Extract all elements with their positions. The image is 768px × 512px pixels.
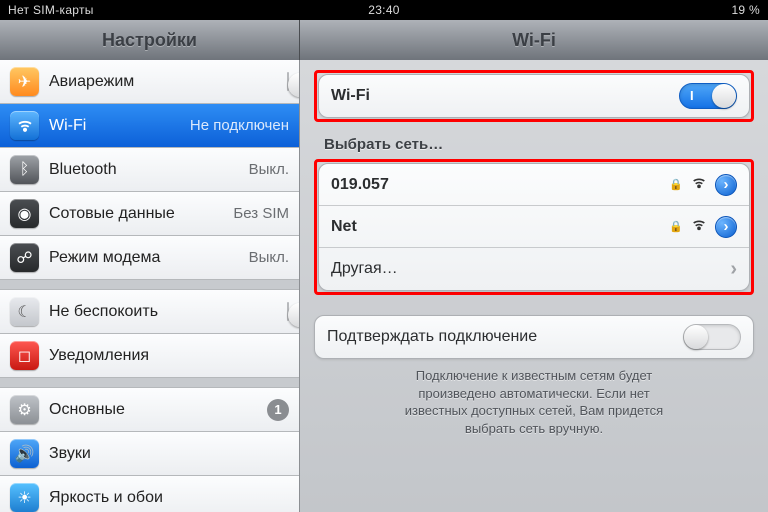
sidebar: ✈ Авиарежим Wi-Fi Не подключен ᛒ Bluetoo… <box>0 60 300 512</box>
sidebar-item-label: Сотовые данные <box>49 205 175 223</box>
network-row[interactable]: 019.057 🔒 › <box>319 164 749 206</box>
network-name: Net <box>331 218 357 236</box>
sidebar-item-label: Звуки <box>49 445 91 463</box>
sidebar-item-sounds[interactable]: 🔊 Звуки <box>0 432 299 476</box>
chevron-right-icon: › <box>730 258 737 281</box>
speaker-icon: 🔊 <box>10 439 39 468</box>
wifi-master-row[interactable]: Wi-Fi I <box>319 75 749 117</box>
sidebar-item-label: Режим модема <box>49 249 160 267</box>
brightness-icon: ☀ <box>10 483 39 512</box>
network-list: 019.057 🔒 › Net 🔒 › Другая… › <box>318 163 750 291</box>
sidebar-item-label: Не беспокоить <box>49 303 158 321</box>
sidebar-item-notifications[interactable]: ◻ Уведомления <box>0 334 299 378</box>
carrier-text: Нет SIM-карты <box>8 3 94 17</box>
highlight-network-list: 019.057 🔒 › Net 🔒 › Другая… › <box>314 159 754 295</box>
airplane-icon: ✈ <box>10 67 39 96</box>
sidebar-item-wallpaper[interactable]: ☀ Яркость и обои <box>0 476 299 512</box>
sidebar-item-dnd[interactable]: ☾ Не беспокоить <box>0 290 299 334</box>
detail-disclosure-icon[interactable]: › <box>715 216 737 238</box>
network-name: 019.057 <box>331 176 389 194</box>
detail-disclosure-icon[interactable]: › <box>715 174 737 196</box>
bluetooth-icon: ᛒ <box>10 155 39 184</box>
sidebar-item-wifi[interactable]: Wi-Fi Не подключен <box>0 104 299 148</box>
sidebar-item-label: Яркость и обои <box>49 489 163 507</box>
sidebar-item-label: Авиарежим <box>49 73 134 91</box>
clock-text: 23:40 <box>368 3 400 17</box>
status-bar: Нет SIM-карты 23:40 19 % <box>0 0 768 20</box>
sidebar-item-cellular[interactable]: ◉ Сотовые данные Без SIM <box>0 192 299 236</box>
wifi-master-toggle[interactable]: I <box>679 83 737 109</box>
sidebar-item-hotspot[interactable]: ☍ Режим модема Выкл. <box>0 236 299 280</box>
highlight-wifi-toggle: Wi-Fi I <box>314 70 754 122</box>
lock-icon: 🔒 <box>669 178 683 191</box>
settings-title: Настройки <box>0 20 300 60</box>
sidebar-item-bluetooth[interactable]: ᛒ Bluetooth Выкл. <box>0 148 299 192</box>
sidebar-item-general[interactable]: ⚙ Основные 1 <box>0 388 299 432</box>
gear-icon: ⚙ <box>10 395 39 424</box>
network-name: Другая… <box>331 260 398 278</box>
cellular-icon: ◉ <box>10 199 39 228</box>
sidebar-item-label: Wi-Fi <box>49 117 86 135</box>
signal-icon <box>691 175 707 194</box>
general-badge: 1 <box>267 399 289 421</box>
detail-pane: Wi-Fi I Выбрать сеть… 019.057🔒›Net🔒›Друг… <box>300 60 768 512</box>
navigation-bar: Настройки Wi-Fi <box>0 20 768 60</box>
network-row[interactable]: Другая… › <box>319 248 749 290</box>
moon-icon: ☾ <box>10 297 39 326</box>
signal-icon <box>691 217 707 236</box>
lock-icon: 🔒 <box>669 220 683 233</box>
airplane-toggle[interactable] <box>287 72 289 91</box>
battery-text: 19 % <box>731 3 760 17</box>
cell-status-text: Без SIM <box>233 205 289 222</box>
sidebar-item-airplane[interactable]: ✈ Авиарежим <box>0 60 299 104</box>
ask-to-join-label: Подтверждать подключение <box>327 328 537 346</box>
wifi-icon <box>10 111 39 140</box>
sidebar-item-label: Основные <box>49 401 125 419</box>
dnd-toggle[interactable] <box>287 302 289 321</box>
sidebar-item-label: Уведомления <box>49 347 149 365</box>
hotspot-icon: ☍ <box>10 243 39 272</box>
wifi-status-text: Не подключен <box>190 117 289 134</box>
ask-to-join-row[interactable]: Подтверждать подключение <box>315 316 753 358</box>
notifications-icon: ◻ <box>10 341 39 370</box>
wifi-master-label: Wi-Fi <box>331 87 370 105</box>
ask-to-join-toggle[interactable] <box>683 324 741 350</box>
detail-title: Wi-Fi <box>300 20 768 60</box>
choose-network-label: Выбрать сеть… <box>324 136 754 153</box>
sidebar-item-label: Bluetooth <box>49 161 117 179</box>
footer-note: Подключение к известным сетям будет прои… <box>314 359 754 437</box>
network-row[interactable]: Net 🔒 › <box>319 206 749 248</box>
hotspot-status-text: Выкл. <box>249 249 289 266</box>
bt-status-text: Выкл. <box>249 161 289 178</box>
